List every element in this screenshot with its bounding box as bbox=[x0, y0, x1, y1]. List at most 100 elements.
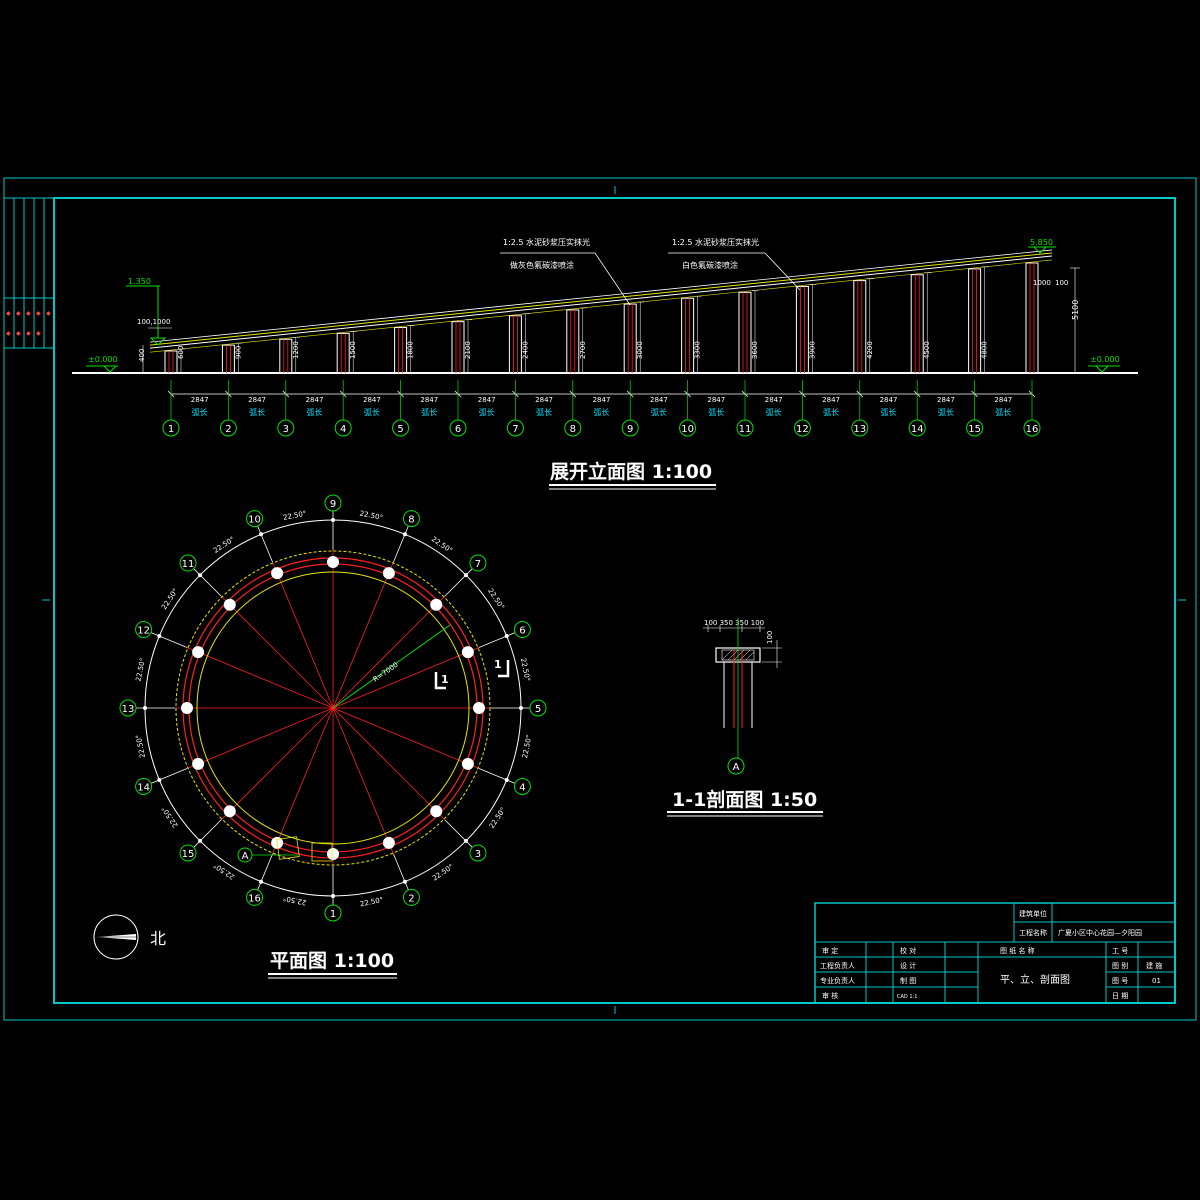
plan-column bbox=[181, 702, 193, 714]
column-height-label: 2400 bbox=[521, 341, 529, 359]
plan-axis-number: 13 bbox=[122, 704, 135, 715]
section-dims: 100 350 350 100 bbox=[704, 619, 764, 627]
tb-r1-1: 校 对 bbox=[900, 946, 916, 955]
section-dim-side: 100 bbox=[766, 631, 774, 644]
span-dim: 2847 bbox=[191, 396, 209, 404]
tb-r1-2: 图 纸 名 称 bbox=[1000, 946, 1035, 955]
section-title: 1-1剖面图 1:50 bbox=[672, 788, 817, 811]
svg-text:◆: ◆ bbox=[46, 310, 51, 317]
plan-column bbox=[430, 805, 443, 818]
drawing-name: 平、立、剖面图 bbox=[1000, 973, 1070, 986]
svg-text:◆: ◆ bbox=[16, 310, 21, 317]
svg-text:◆: ◆ bbox=[6, 330, 11, 337]
tb-r4-0: 审 核 bbox=[822, 991, 838, 1000]
note-1-line-1: 1:2.5 水泥砂浆压实抹光 bbox=[503, 237, 590, 247]
plan-axis-number: 1 bbox=[330, 909, 336, 920]
north-label: 北 bbox=[150, 929, 166, 948]
axis-number: 15 bbox=[968, 424, 981, 435]
note-1-line-2: 做灰色氟碳漆喷涂 bbox=[510, 260, 574, 270]
note-2-line-2: 白色氟碳漆喷涂 bbox=[682, 260, 738, 270]
plan-axis-number: 10 bbox=[248, 515, 261, 526]
span-dim: 2847 bbox=[822, 396, 840, 404]
dim-top-left: 100,1000 bbox=[137, 318, 170, 326]
plan-axis-number: 11 bbox=[182, 559, 195, 570]
plan-column bbox=[382, 567, 395, 580]
tb-r3-3: 01 bbox=[1152, 977, 1161, 985]
column-height-label: 600 bbox=[177, 346, 185, 359]
plan-axis-number: 4 bbox=[519, 782, 525, 793]
axis-number: 3 bbox=[283, 424, 289, 435]
span-dim: 2847 bbox=[994, 396, 1012, 404]
axis-number: 11 bbox=[739, 424, 752, 435]
arc-length-label: 弧长 bbox=[192, 407, 208, 417]
section-axis-label: A bbox=[733, 762, 740, 773]
tb-r2-2: 图 别 bbox=[1112, 961, 1128, 970]
svg-text:◆: ◆ bbox=[36, 310, 41, 317]
tb-r3-2: 图 号 bbox=[1112, 977, 1128, 985]
column-height-label: 1500 bbox=[349, 341, 357, 359]
axis-number: 14 bbox=[911, 424, 924, 435]
column-height-label: 4800 bbox=[981, 341, 989, 359]
tb-r4-2: 日 期 bbox=[1112, 992, 1128, 1000]
level-right-text: 5.850 bbox=[1030, 238, 1053, 247]
tb-r2-3: 建 施 bbox=[1146, 961, 1162, 970]
span-dim: 2847 bbox=[765, 396, 783, 404]
arc-length-label: 弧长 bbox=[995, 407, 1011, 417]
plan-column bbox=[461, 646, 474, 659]
plan-axis-number: 7 bbox=[475, 559, 481, 570]
axis-number: 5 bbox=[397, 424, 403, 435]
plan-axis-number: 3 bbox=[475, 849, 481, 860]
note-2-line-1: 1:2.5 水泥砂浆压实抹光 bbox=[672, 237, 759, 247]
plan-column bbox=[192, 646, 205, 659]
level-left-text: 1.350 bbox=[128, 277, 151, 286]
arc-length-label: 弧长 bbox=[249, 407, 265, 417]
arc-length-label: 弧长 bbox=[766, 407, 782, 417]
axis-number: 10 bbox=[681, 424, 694, 435]
plan-column bbox=[473, 702, 485, 714]
project-label: 工程名称 bbox=[1019, 928, 1047, 937]
plan-column bbox=[461, 757, 474, 770]
axis-number: 4 bbox=[340, 424, 346, 435]
tb-r2-0: 工程负责人 bbox=[820, 961, 855, 970]
column-height-label: 3900 bbox=[808, 341, 816, 359]
unit-label: 建筑单位 bbox=[1019, 909, 1047, 918]
arc-length-label: 弧长 bbox=[307, 407, 323, 417]
dim-left-400: 400 bbox=[138, 349, 146, 362]
axis-number: 6 bbox=[455, 424, 461, 435]
section-mark-right: 1 bbox=[494, 658, 502, 671]
span-dim: 2847 bbox=[363, 396, 381, 404]
plan-column bbox=[382, 836, 395, 849]
project-value: 广夏小区中心花园—夕阳园 bbox=[1058, 928, 1142, 937]
axis-number: 1 bbox=[168, 424, 174, 435]
cad-drawing: ◆ ◆ ◆ ◆ ◆ ◆ ◆ ◆ ◆ 600 900 1200 1500 1800 2100 2400 270… bbox=[0, 0, 1200, 1200]
ground-left-text: ±0.000 bbox=[88, 355, 118, 364]
span-dim: 2847 bbox=[593, 396, 611, 404]
column-height-label: 900 bbox=[234, 346, 242, 359]
span-dim: 2847 bbox=[248, 396, 266, 404]
column-height-label: 3000 bbox=[636, 341, 644, 359]
tb-r4-1: CAD 1:1 bbox=[897, 994, 917, 1000]
column-height-label: 2700 bbox=[579, 341, 587, 359]
dim-right-total: 5100 bbox=[1071, 300, 1080, 320]
axis-a-label: A bbox=[242, 851, 249, 862]
plan-axis-number: 12 bbox=[137, 626, 150, 637]
dim-right-100: 100 bbox=[1055, 279, 1068, 287]
tb-r3-0: 专业负责人 bbox=[820, 976, 855, 985]
svg-text:◆: ◆ bbox=[26, 330, 31, 337]
arc-length-label: 弧长 bbox=[708, 407, 724, 417]
tb-r1-3: 工 号 bbox=[1112, 947, 1128, 955]
plan-axis-number: 2 bbox=[408, 893, 414, 904]
arc-length-label: 弧长 bbox=[479, 407, 495, 417]
plan-column bbox=[327, 556, 339, 568]
axis-number: 12 bbox=[796, 424, 809, 435]
span-dim: 2847 bbox=[650, 396, 668, 404]
svg-text:◆: ◆ bbox=[26, 310, 31, 317]
arc-length-label: 弧长 bbox=[594, 407, 610, 417]
plan-axis-number: 5 bbox=[535, 704, 541, 715]
plan-axis-number: 8 bbox=[408, 515, 414, 526]
plan-axis-number: 9 bbox=[330, 499, 336, 510]
plan-axis-number: 14 bbox=[137, 782, 150, 793]
column-height-label: 1200 bbox=[292, 341, 300, 359]
plan-column bbox=[223, 598, 236, 611]
plan-title: 平面图 1:100 bbox=[270, 950, 394, 972]
